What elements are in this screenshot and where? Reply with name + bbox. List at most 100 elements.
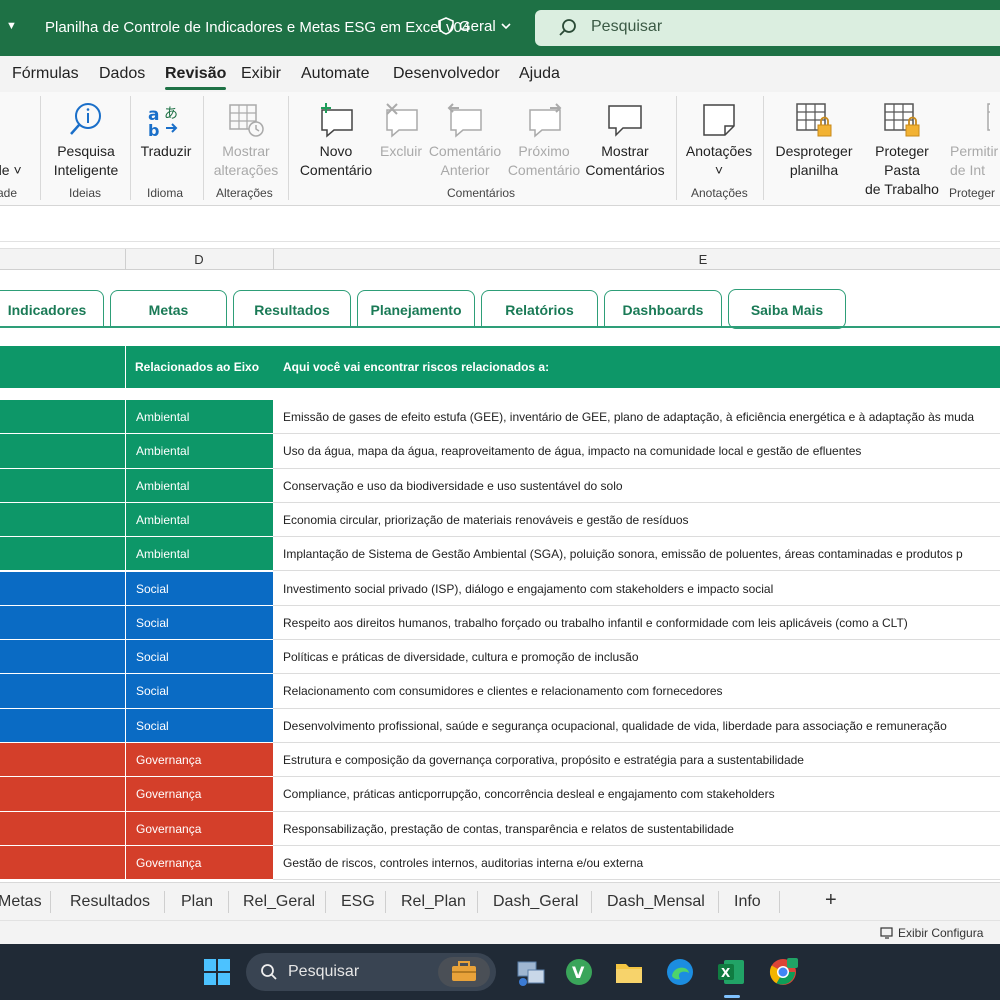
sheet-tab-dash-mensal[interactable]: Dash_Mensal [607,893,705,911]
show-comments-line2: Comentários [585,162,665,178]
translate-button[interactable]: aあb Traduzir [136,98,196,161]
row-color-cell[interactable] [0,708,125,743]
tab-view[interactable]: Exibir [241,65,281,83]
nav-button-saiba-mais[interactable]: Saiba Mais [728,289,846,329]
partial-left-line2: de ˅ [0,162,22,178]
add-sheet-button[interactable]: + [825,889,837,912]
file-explorer-icon[interactable] [613,956,645,988]
chrome-browser-icon[interactable] [767,956,799,988]
allow-edit-ranges-button[interactable]: Permitir de Int [950,98,1000,180]
nav-button-dashboards[interactable]: Dashboards [604,290,722,328]
sheet-tab-metas[interactable]: Metas [0,893,42,911]
axis-cell[interactable]: Ambiental [125,502,273,538]
sheet-tab-resultados[interactable]: Resultados [70,893,150,911]
display-settings-label[interactable]: Exibir Configura [898,926,983,940]
axis-cell[interactable]: Ambiental [125,434,273,469]
protect-workbook-button[interactable]: Proteger Pasta de Trabalho [856,98,948,199]
table-row: Social Políticas e práticas de diversidad… [0,640,1000,675]
axis-cell[interactable]: Social [125,640,273,675]
windows-start-icon[interactable] [201,956,233,988]
row-color-cell[interactable] [0,777,125,812]
tab-review[interactable]: Revisão [165,65,227,90]
nav-button-metas[interactable]: Metas [110,290,227,328]
ribbon-separator [203,96,204,200]
row-color-cell[interactable] [0,674,125,709]
smart-lookup-button[interactable]: Pesquisa Inteligente [48,98,124,180]
description-cell[interactable]: Políticas e práticas de diversidade, cul… [273,640,1000,675]
row-color-cell[interactable] [0,640,125,675]
axis-cell[interactable]: Social [125,674,273,709]
network-manager-icon[interactable] [514,956,546,988]
taskbar-search[interactable]: Pesquisar [246,953,496,991]
description-cell[interactable]: Gestão de riscos, controles internos, au… [273,845,1000,881]
description-cell[interactable]: Conservação e uso da biodiversidade e us… [273,468,1000,503]
show-changes-button[interactable]: Mostrar alterações [208,98,284,180]
row-color-cell[interactable] [0,468,125,503]
axis-cell[interactable]: Ambiental [125,537,273,572]
nav-button-planejamento[interactable]: Planejamento [357,290,475,328]
sheet-tab-info[interactable]: Info [734,893,761,911]
nav-button-indicadores[interactable]: Indicadores [0,290,104,328]
previous-comment-button[interactable]: Comentário Anterior [426,98,504,180]
notes-button[interactable]: Anotações ˅ [682,98,756,180]
axis-cell[interactable]: Governança [125,811,273,846]
description-cell[interactable]: Relacionamento com consumidores e client… [273,674,1000,709]
description-cell[interactable]: Responsabilização, prestação de contas, … [273,811,1000,846]
description-cell[interactable]: Investimento social privado (ISP), diálo… [273,571,1000,606]
row-color-cell[interactable] [0,605,125,641]
description-cell[interactable]: Emissão de gases de efeito estufa (GEE),… [273,400,1000,435]
description-cell[interactable]: Compliance, práticas anticporrupção, con… [273,777,1000,812]
unprotect-sheet-button[interactable]: Desproteger planilha [770,98,858,180]
sheet-tab-dash-geral[interactable]: Dash_Geral [493,893,578,911]
new-comment-button[interactable]: Novo Comentário [296,98,376,180]
tab-formulas[interactable]: Fórmulas [12,65,79,83]
row-color-cell[interactable] [0,434,125,469]
column-header-e[interactable]: E [273,252,1000,267]
axis-cell[interactable]: Governança [125,743,273,778]
axis-cell[interactable]: Governança [125,777,273,812]
row-color-cell[interactable] [0,571,125,606]
row-color-cell[interactable] [0,845,125,881]
description-cell[interactable]: Economia circular, priorização de materi… [273,502,1000,538]
sheet-tab-esg[interactable]: ESG [341,893,375,911]
column-header-d[interactable]: D [125,252,273,267]
description-cell[interactable]: Implantação de Sistema de Gestão Ambient… [273,537,1000,572]
row-color-cell[interactable] [0,743,125,778]
edge-browser-icon[interactable] [664,956,696,988]
axis-cell[interactable]: Governança [125,845,273,881]
sheet-tab-rel-plan[interactable]: Rel_Plan [401,893,466,911]
axis-cell[interactable]: Social [125,571,273,606]
row-color-cell[interactable] [0,400,125,435]
description-cell[interactable]: Respeito aos direitos humanos, trabalho … [273,605,1000,641]
qlik-icon[interactable]: V [563,956,595,988]
tab-help[interactable]: Ajuda [519,65,560,83]
display-settings-icon[interactable] [880,926,894,940]
row-color-cell[interactable] [0,537,125,572]
nav-button-resultados[interactable]: Resultados [233,290,351,328]
tab-developer[interactable]: Desenvolvedor [393,65,500,83]
row-color-cell[interactable] [0,502,125,538]
description-cell[interactable]: Uso da água, mapa da água, reaproveitame… [273,434,1000,469]
delete-comment-button[interactable]: Excluir [376,98,426,161]
partial-left-button[interactable]: r de ˅ [0,142,34,180]
tab-data[interactable]: Dados [99,65,145,83]
delete-comment-label: Excluir [379,143,422,159]
sensitivity-label[interactable]: Geral [437,17,512,35]
axis-cell[interactable]: Ambiental [125,400,273,435]
search-box[interactable]: Pesquisar [535,10,1000,46]
axis-cell[interactable]: Social [125,605,273,641]
excel-app-icon[interactable]: X [715,956,747,988]
row-color-cell[interactable] [0,811,125,846]
axis-cell[interactable]: Ambiental [125,468,273,503]
description-cell[interactable]: Desenvolvimento profissional, saúde e se… [273,708,1000,743]
axis-cell[interactable]: Social [125,708,273,743]
nav-button-relatorios[interactable]: Relatórios [481,290,598,328]
sheet-tab-rel-geral[interactable]: Rel_Geral [243,893,315,911]
show-comments-button[interactable]: Mostrar Comentários [584,98,666,180]
description-cell[interactable]: Estrutura e composição da governança cor… [273,743,1000,778]
quick-access-chevron-icon[interactable]: ▼ [6,20,17,32]
tab-automate[interactable]: Automate [301,65,369,83]
formula-bar-area[interactable] [0,214,1000,242]
next-comment-button[interactable]: Próximo Comentário [505,98,583,180]
sheet-tab-plan[interactable]: Plan [181,893,213,911]
